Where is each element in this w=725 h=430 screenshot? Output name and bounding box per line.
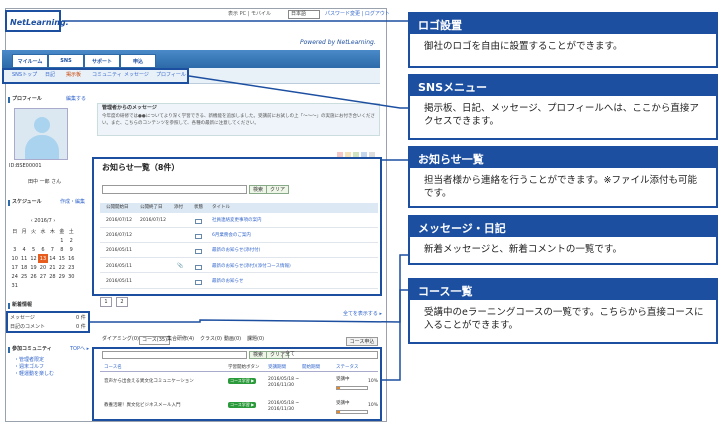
callout-desc: 御社のロゴを自由に設置することができます。 xyxy=(424,41,623,52)
callout-message-diary: メッセージ・日記 新着メッセージと、新着コメントの一覧です。 xyxy=(408,215,718,265)
callout-title: メッセージ・日記 xyxy=(410,217,716,237)
callout-news: お知らせ一覧 担当者様から連絡を行うことができます。※ファイル添付も可能です。 xyxy=(408,146,718,208)
callout-desc: 掲示板、日記、メッセージ、プロフィールへは、ここから直接アクセスできます。 xyxy=(424,103,699,127)
callout-desc: 担当者様から連絡を行うことができます。※ファイル添付も可能です。 xyxy=(424,175,698,199)
callout-title: SNSメニュー xyxy=(410,76,716,96)
callout-logo: ロゴ設置 御社のロゴを自由に設置することができます。 xyxy=(408,12,718,68)
callout-title: コース一覧 xyxy=(410,280,716,300)
callout-desc: 新着メッセージと、新着コメントの一覧です。 xyxy=(424,244,622,255)
callout-desc: 受講中のeラーニングコースの一覧です。こちらから直接コースに入ることができます。 xyxy=(424,307,704,331)
callout-title: ロゴ設置 xyxy=(410,14,716,34)
callout-course-list: コース一覧 受講中のeラーニングコースの一覧です。こちらから直接コースに入ること… xyxy=(408,278,718,344)
callout-sns-menu: SNSメニュー 掲示板、日記、メッセージ、プロフィールへは、ここから直接アクセス… xyxy=(408,74,718,140)
callout-title: お知らせ一覧 xyxy=(410,148,716,168)
